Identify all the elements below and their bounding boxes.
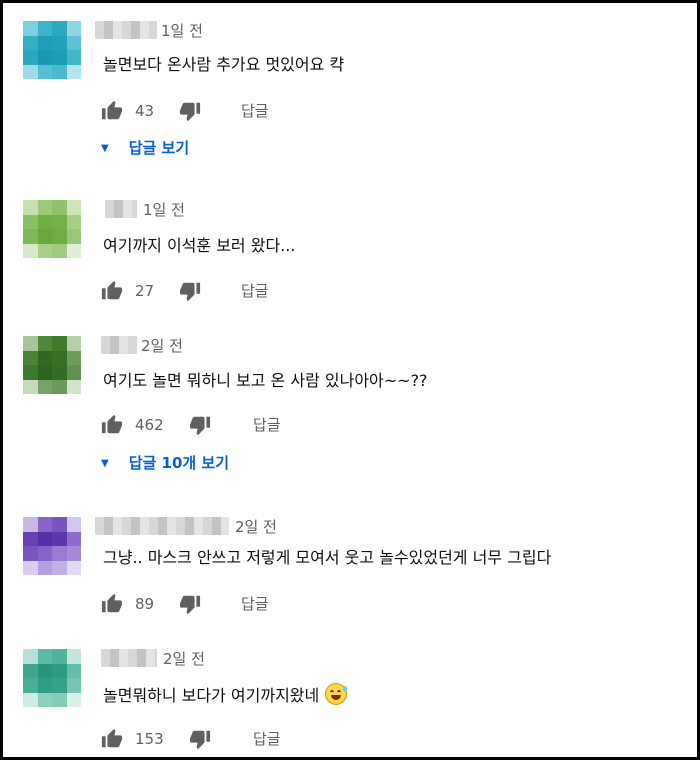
thumbs-up-icon[interactable]	[101, 100, 123, 122]
comment-text: 여기까지 이석훈 보러 왔다...	[103, 236, 296, 255]
comment-item: 2일 전 여기도 놀면 뭐하니 보고 온 사람 있나아아~~?? 462 답글 …	[3, 336, 697, 486]
view-replies-label: 답글 보기	[128, 139, 190, 157]
reply-button[interactable]: 답글	[253, 729, 281, 749]
comment-text: 여기도 놀면 뭐하니 보고 온 사람 있나아아~~??	[103, 371, 428, 390]
comment-item: 2일 전 그냥.. 마스크 안쓰고 저렇게 모여서 웃고 놀수있었던게 너무 그…	[3, 517, 697, 627]
comment-actions: 27 답글	[101, 280, 401, 304]
like-count: 43	[135, 102, 155, 120]
comment-text: 놀면보다 온사람 추가요 멋있어요 캭	[103, 55, 345, 74]
author-name[interactable]	[95, 517, 229, 535]
comment-date[interactable]: 1일 전	[143, 200, 185, 220]
chevron-down-icon: ▼	[101, 458, 109, 469]
comment-text: 놀면뭐하니 보다가 여기까지왔네	[103, 683, 348, 707]
like-count: 153	[135, 730, 164, 748]
comment-date[interactable]: 1일 전	[161, 21, 203, 41]
avatar[interactable]	[23, 200, 81, 258]
thumbs-up-icon[interactable]	[101, 280, 123, 302]
thumbs-up-icon[interactable]	[101, 414, 123, 436]
comment-date[interactable]: 2일 전	[141, 336, 183, 356]
reply-button[interactable]: 답글	[253, 415, 281, 435]
thumbs-up-icon[interactable]	[101, 593, 123, 615]
reply-button[interactable]: 답글	[241, 281, 269, 301]
comment-item: 1일 전 여기까지 이석훈 보러 왔다... 27 답글	[3, 200, 697, 310]
like-count: 462	[135, 416, 164, 434]
comment-date[interactable]: 2일 전	[235, 517, 277, 537]
thumbs-down-icon[interactable]	[179, 593, 201, 615]
reply-button[interactable]: 답글	[241, 594, 269, 614]
thumbs-down-icon[interactable]	[189, 414, 211, 436]
author-name[interactable]	[95, 21, 157, 39]
author-name[interactable]	[105, 200, 137, 218]
like-count: 27	[135, 282, 155, 300]
comment-text: 그냥.. 마스크 안쓰고 저렇게 모여서 웃고 놀수있었던게 너무 그립다	[103, 548, 552, 567]
thumbs-down-icon[interactable]	[179, 280, 201, 302]
view-replies-button[interactable]: ▼ 답글 보기	[101, 138, 189, 159]
comment-actions: 153 답글	[101, 728, 401, 752]
avatar[interactable]	[23, 21, 81, 79]
comments-panel: 1일 전 놀면보다 온사람 추가요 멋있어요 캭 43 답글 ▼ 답글 보기 1일…	[0, 0, 700, 760]
thumbs-down-icon[interactable]	[179, 100, 201, 122]
comment-item: 1일 전 놀면보다 온사람 추가요 멋있어요 캭 43 답글 ▼ 답글 보기	[3, 21, 697, 171]
reply-button[interactable]: 답글	[241, 101, 269, 121]
like-count: 89	[135, 595, 155, 613]
comment-item: 2일 전 놀면뭐하니 보다가 여기까지왔네 153 답글	[3, 649, 697, 754]
comment-text-body: 놀면뭐하니 보다가 여기까지왔네	[103, 686, 320, 705]
view-replies-button[interactable]: ▼ 답글 10개 보기	[101, 453, 229, 474]
avatar[interactable]	[23, 649, 81, 707]
avatar[interactable]	[23, 517, 81, 575]
comment-date[interactable]: 2일 전	[163, 649, 205, 669]
comment-actions: 43 답글	[101, 100, 401, 124]
chevron-down-icon: ▼	[101, 143, 109, 154]
author-name[interactable]	[101, 336, 137, 354]
grinning-sweat-emoji-icon	[325, 683, 348, 705]
avatar[interactable]	[23, 336, 81, 394]
comment-actions: 462 답글	[101, 414, 401, 438]
comment-actions: 89 답글	[101, 593, 401, 617]
thumbs-down-icon[interactable]	[189, 728, 211, 750]
author-name[interactable]	[101, 649, 157, 667]
view-replies-label: 답글 10개 보기	[128, 454, 230, 472]
thumbs-up-icon[interactable]	[101, 728, 123, 750]
